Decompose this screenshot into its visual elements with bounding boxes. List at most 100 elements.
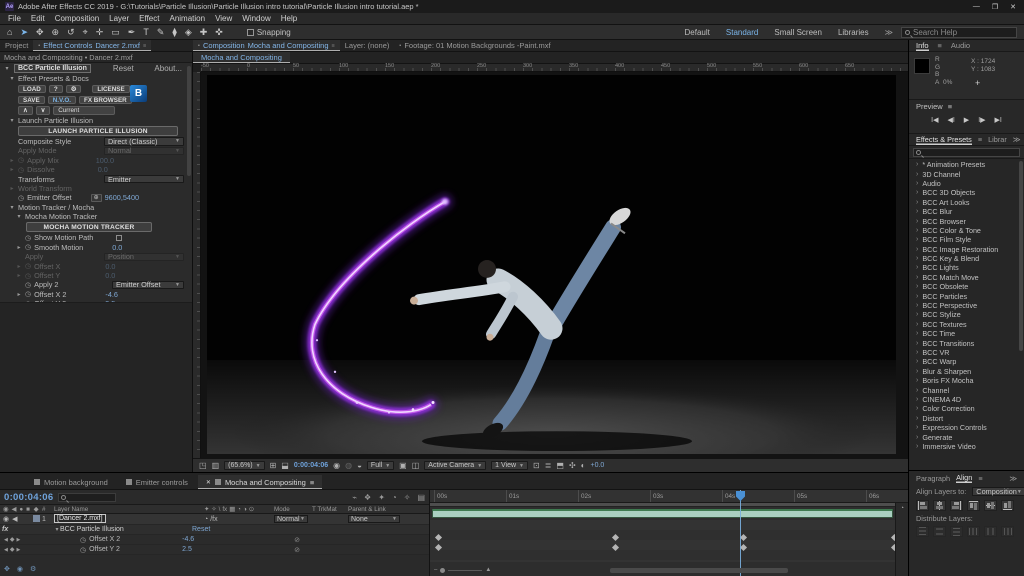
panel-menu-icon[interactable]: ≡ <box>978 135 982 144</box>
align-right-icon[interactable] <box>950 500 963 511</box>
effects-category[interactable]: BCC 3D Objects <box>909 188 1024 197</box>
next-keyframe-icon[interactable]: ▶ <box>16 537 20 543</box>
playhead-line[interactable] <box>740 490 741 576</box>
type-tool-icon[interactable]: T <box>143 27 149 37</box>
effects-category[interactable]: Color Correction <box>909 404 1024 413</box>
add-keyframe-icon[interactable]: ◆ <box>10 536 15 543</box>
tab-layer[interactable]: Layer: (none) <box>340 40 395 51</box>
layer-color-swatch[interactable] <box>32 514 40 522</box>
quality-icon[interactable]: ◔ <box>204 516 208 523</box>
link-icon[interactable]: ⊘ <box>294 546 300 554</box>
grid-options-icon[interactable]: ⊞ <box>270 461 277 470</box>
pixel-aspect-icon[interactable]: ⊡ <box>533 461 540 470</box>
current-preset-button[interactable]: Current <box>53 106 116 115</box>
zoom-slider-thumb[interactable] <box>440 567 446 573</box>
effects-category[interactable]: BCC Obsolete <box>909 282 1024 291</box>
license-button[interactable]: LICENSE <box>92 84 130 94</box>
hide-shy-layers-icon[interactable]: ✦ <box>378 493 385 502</box>
zoom-tool-icon[interactable]: ⊕ <box>52 27 60 37</box>
work-area-bar[interactable] <box>430 503 895 507</box>
layer-row[interactable]: ◉ ◀ 1 [Dancer 2.mxf] ◔/fx Normal ▼ None ▼ <box>0 514 429 525</box>
snapshot-icon[interactable]: ◉ <box>333 461 340 470</box>
align-horizontal-center-icon[interactable] <box>933 500 946 511</box>
stopwatch-icon[interactable]: ◷ <box>25 281 31 289</box>
maximize-button[interactable]: ❐ <box>992 3 998 11</box>
stopwatch-icon[interactable]: ◷ <box>25 234 31 242</box>
effects-category[interactable]: 3D Channel <box>909 169 1024 179</box>
property-label[interactable]: Offset Y 2 <box>86 546 182 553</box>
viewer-timecode[interactable]: 0:00:04:06 <box>294 462 328 469</box>
effects-category[interactable]: BCC Match Move <box>909 273 1024 282</box>
link-icon[interactable]: ⊘ <box>294 536 300 544</box>
workspace-small-screen[interactable]: Small Screen <box>774 28 822 37</box>
frame-blending-toggle[interactable]: ✥ <box>4 565 10 573</box>
puppet-pin-tool-icon[interactable]: ✜ <box>215 27 223 37</box>
about-effect-link[interactable]: About... <box>154 64 182 73</box>
close-button[interactable]: ✕ <box>1010 3 1016 11</box>
effect-name[interactable]: BCC Particle Illusion <box>60 526 192 533</box>
zoom-out-icon[interactable]: – <box>434 567 437 573</box>
menu-item[interactable]: Help <box>276 14 302 23</box>
eye-toggle[interactable]: ◉ <box>3 515 9 523</box>
effects-category[interactable]: BCC Particles <box>909 291 1024 301</box>
panel-menu-icon[interactable]: ≡ <box>978 474 982 483</box>
workspace-default[interactable]: Default <box>685 28 710 37</box>
selection-tool-icon[interactable]: ➤ <box>20 27 28 37</box>
motion-blur-icon[interactable]: ✧ <box>404 493 411 502</box>
effects-category[interactable]: BCC Textures <box>909 320 1024 329</box>
effects-category[interactable]: BCC Color & Tone <box>909 226 1024 235</box>
mocha-motion-tracker-button[interactable]: MOCHA MOTION TRACKER <box>26 222 152 233</box>
frame-blending-icon[interactable]: ◔ <box>392 493 397 502</box>
workspace-standard[interactable]: Standard <box>726 28 758 37</box>
region-of-interest-icon[interactable]: ▣ <box>399 461 407 470</box>
add-keyframe-icon[interactable]: ◆ <box>10 546 15 553</box>
layer-duration-bar[interactable] <box>432 509 893 518</box>
preset-prev-button[interactable]: ∧ <box>18 106 33 115</box>
timeline-button-icon[interactable]: ⬒ <box>556 461 564 470</box>
property-label[interactable]: Offset X 2 <box>86 536 182 543</box>
next-frame-button[interactable]: I▶ <box>978 116 985 124</box>
align-bottom-icon[interactable] <box>1001 500 1014 511</box>
effect-name[interactable]: BCC Particle Illusion <box>14 64 91 73</box>
tab-effects-presets[interactable]: Effects & Presets <box>916 135 972 145</box>
composite-style-select[interactable]: Direct (Classic) ▼ <box>104 137 184 146</box>
next-keyframe-icon[interactable]: ▶ <box>16 547 20 553</box>
menu-item[interactable]: Animation <box>164 14 210 23</box>
minimize-button[interactable]: — <box>973 3 980 11</box>
timeline-search-input[interactable] <box>58 492 117 502</box>
overflow-icon[interactable]: ≫ <box>1009 474 1017 483</box>
twirl-icon[interactable]: ▾ <box>16 213 22 220</box>
load-button[interactable]: LOAD <box>18 84 46 94</box>
effect-row[interactable]: fx ▾ BCC Particle Illusion Reset <box>0 525 429 535</box>
emitter-offset-value[interactable]: 9600,5400 <box>105 193 140 202</box>
timeline-track-area[interactable]: 00s 01s 02s 03s 04s 05s 06s ◔ – ▲ <box>430 490 908 576</box>
timeline-tab-motion-background[interactable]: Motion background <box>26 475 116 489</box>
effects-category[interactable]: BCC Art Looks <box>909 198 1024 207</box>
fx-browser-button[interactable]: FX BROWSER <box>79 95 132 105</box>
composition-canvas[interactable] <box>207 75 896 454</box>
transforms-select[interactable]: Emitter ▼ <box>104 175 184 184</box>
tab-effect-controls[interactable]: ▪ Effect Controls Dancer 2.mxf ≡ <box>33 40 152 51</box>
snapping-checkbox[interactable] <box>246 28 254 36</box>
param-value[interactable]: 0.0 <box>112 243 122 252</box>
help-search-input[interactable]: Search Help <box>901 26 1017 38</box>
tab-project[interactable]: Project <box>0 40 33 51</box>
shape-tool-icon[interactable]: ▭ <box>111 27 120 37</box>
menu-item[interactable]: File <box>3 14 26 23</box>
show-motion-path-checkbox[interactable] <box>116 234 123 241</box>
draft-3d-icon[interactable]: ❖ <box>364 493 371 502</box>
zoom-select[interactable]: (65.6%) ▼ <box>224 461 265 470</box>
property-value[interactable]: -4.6 <box>182 536 294 543</box>
blend-mode-select[interactable]: Normal ▼ <box>274 514 308 524</box>
effects-category[interactable]: BCC Transitions <box>909 338 1024 348</box>
panel-menu-icon[interactable]: ≡ <box>310 478 314 487</box>
effects-category[interactable]: BCC Blur <box>909 207 1024 216</box>
effects-category[interactable]: BCC Perspective <box>909 301 1024 310</box>
effects-category[interactable]: BCC Lights <box>909 263 1024 272</box>
effects-search-input[interactable] <box>913 148 1020 157</box>
effects-category[interactable]: BCC VR <box>909 348 1024 357</box>
scrollbar[interactable] <box>187 66 191 176</box>
play-button[interactable]: ▶ <box>964 116 969 124</box>
preset-next-button[interactable]: ∨ <box>35 106 51 115</box>
twirl-icon[interactable]: ▾ <box>9 117 15 124</box>
